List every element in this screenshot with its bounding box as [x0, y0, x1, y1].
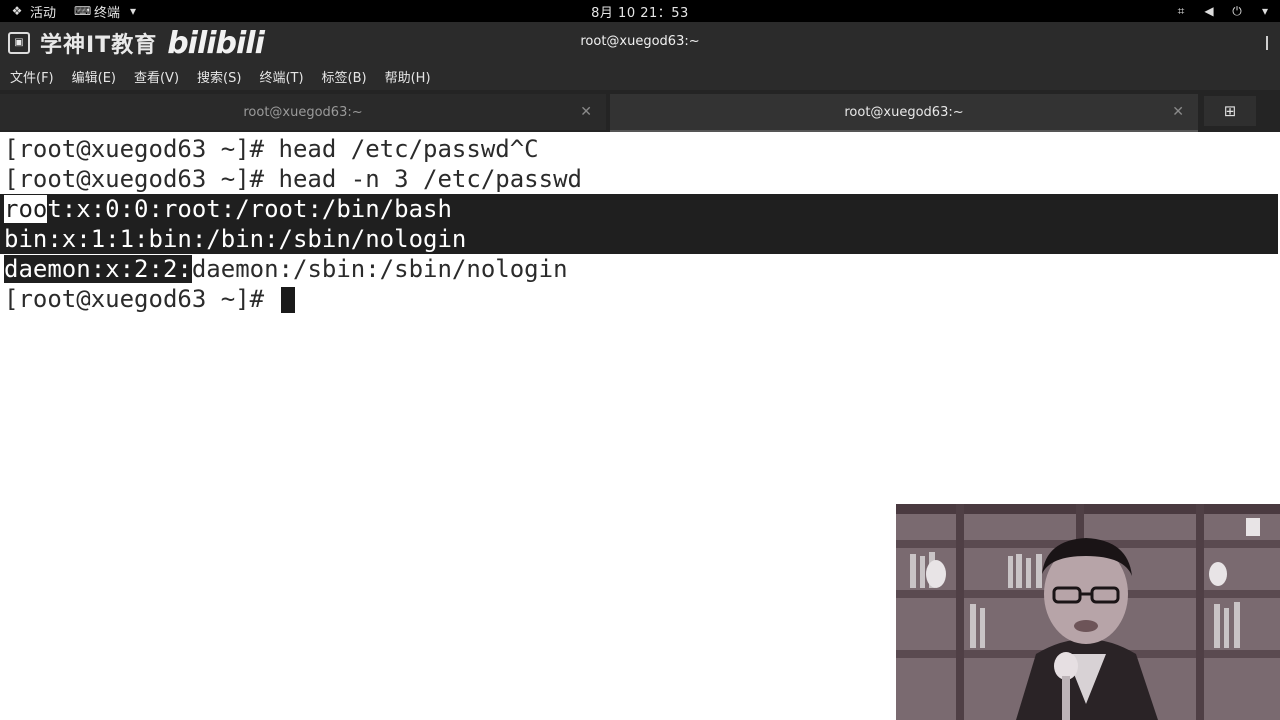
- tab-1-label: root@xuegod63:~: [243, 104, 363, 120]
- terminal-line-1: [root@xuegod63 ~]# head /etc/passwd^C: [4, 135, 539, 163]
- menu-view[interactable]: 查看(V): [134, 67, 179, 86]
- text-cursor: [280, 287, 295, 313]
- prompt-text: [root@xuegod63 ~]#: [4, 285, 279, 313]
- tab-bar: root@xuegod63:~ ✕ root@xuegod63:~ ✕ ⊞: [0, 90, 1280, 132]
- window-edge: [1266, 36, 1280, 50]
- chevron-down-icon: ▾: [1261, 4, 1269, 18]
- terminal-line-2: [root@xuegod63 ~]# head -n 3 /etc/passwd: [4, 165, 582, 193]
- selected-text: daemon:x:2:2:: [4, 255, 192, 283]
- network-icon: ⌗: [1177, 4, 1185, 18]
- power-icon: ⏻: [1232, 4, 1242, 18]
- webcam-image: [896, 504, 1280, 720]
- tab-1[interactable]: root@xuegod63:~ ✕: [0, 94, 606, 130]
- menu-help[interactable]: 帮助(H): [385, 67, 431, 86]
- window-titlebar[interactable]: ▣ 学神IT教育 bilibili root@xuegod63:~: [0, 22, 1280, 62]
- clock[interactable]: 8月 10 21：53: [0, 0, 1280, 22]
- menu-tabs[interactable]: 标签(B): [322, 67, 367, 86]
- new-tab-icon: ⊞: [1223, 102, 1237, 120]
- close-icon[interactable]: ✕: [1172, 104, 1184, 120]
- system-status-area[interactable]: ⌗ ◀ ⏻ ▾: [1174, 0, 1272, 22]
- menubar: 文件(F) 编辑(E) 查看(V) 搜索(S) 终端(T) 标签(B) 帮助(H…: [0, 62, 1280, 90]
- terminal-line-5: daemon:x:2:2:daemon:/sbin:/sbin/nologin: [4, 254, 568, 284]
- terminal-line-6: [root@xuegod63 ~]#: [4, 284, 295, 314]
- unselected-text: roo: [4, 195, 48, 223]
- terminal-line-4: bin:x:1:1:bin:/bin:/sbin/nologin: [4, 225, 467, 253]
- terminal-line-3: root:x:0:0:root:/root:/bin/bash: [4, 194, 452, 224]
- unselected-text: daemon:/sbin:/sbin/nologin: [191, 255, 568, 283]
- tab-2-label: root@xuegod63:~: [844, 104, 964, 120]
- close-icon[interactable]: ✕: [580, 104, 592, 120]
- selected-text: t:x:0:0:root:/root:/bin/bash: [47, 195, 452, 223]
- volume-icon: ◀: [1204, 4, 1214, 18]
- gnome-top-bar: ❖ 活动 ⌨ 终端 ▾ 8月 10 21：53 ⌗ ◀ ⏻ ▾: [0, 0, 1280, 22]
- webcam-overlay: [896, 504, 1280, 720]
- tab-2[interactable]: root@xuegod63:~ ✕: [610, 94, 1198, 132]
- clock-text: 8月 10 21：53: [591, 5, 689, 21]
- new-tab-button[interactable]: ⊞: [1204, 96, 1256, 126]
- menu-edit[interactable]: 编辑(E): [72, 67, 116, 86]
- menu-file[interactable]: 文件(F): [10, 67, 54, 86]
- menu-terminal[interactable]: 终端(T): [259, 67, 303, 86]
- window-title: root@xuegod63:~: [580, 33, 700, 49]
- menu-search[interactable]: 搜索(S): [197, 67, 241, 86]
